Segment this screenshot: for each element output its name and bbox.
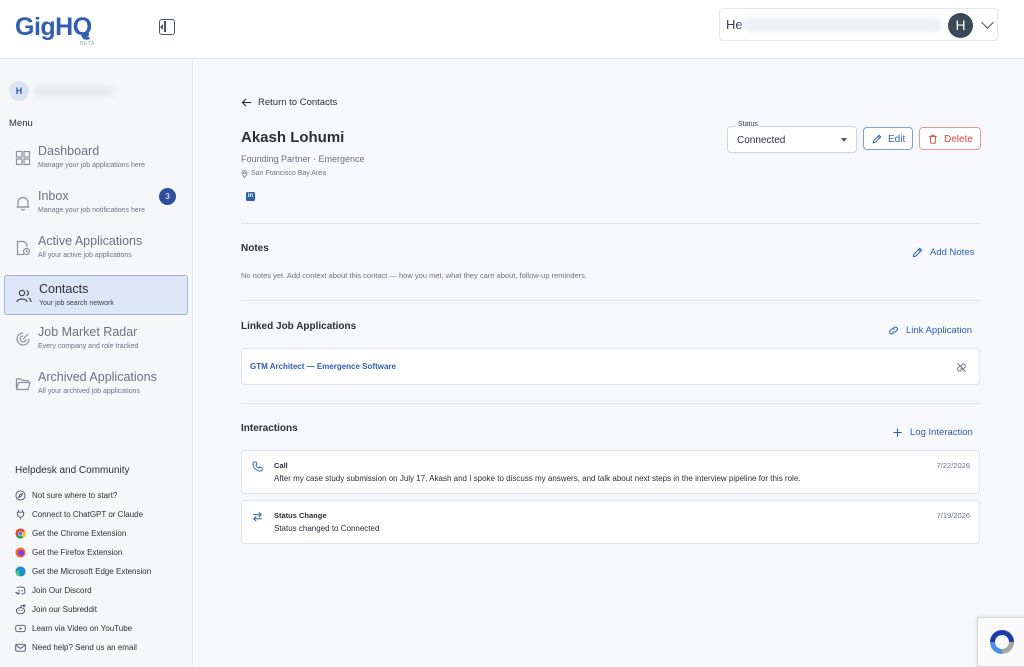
- edge-icon: [15, 566, 26, 577]
- section-divider: [241, 403, 980, 404]
- pencil-icon: [872, 134, 882, 144]
- interaction-description: After my case study submission on July 1…: [274, 474, 801, 483]
- interaction-item: Call After my case study submission on J…: [241, 450, 980, 494]
- interaction-date: 7/22/2026: [936, 461, 970, 470]
- file-clock-icon: [16, 240, 31, 256]
- chevron-down-icon[interactable]: [981, 16, 994, 29]
- sidebar-item-title: Job Market Radar: [38, 325, 138, 339]
- swap-icon: [253, 512, 262, 522]
- delete-button[interactable]: Delete: [919, 127, 981, 150]
- user-name-redacted: [742, 18, 942, 32]
- linked-application-link[interactable]: GTM Architect — Emergence Software: [250, 362, 396, 371]
- interaction-date: 7/19/2026: [936, 511, 970, 520]
- sidebar-item-job-market-radar[interactable]: Job Market Radar Every company and role …: [4, 319, 188, 359]
- logo-tag: BETA: [80, 41, 95, 47]
- logo-dot: [84, 32, 89, 37]
- contact-name: Akash Lohumi: [241, 129, 345, 146]
- contact-role: Founding Partner · Emergence: [241, 154, 365, 164]
- sidebar-item-title: Inbox: [38, 189, 69, 203]
- recaptcha-icon: [990, 630, 1014, 654]
- grid-icon: [15, 150, 31, 166]
- linkedin-icon[interactable]: in: [246, 192, 255, 201]
- plug-icon: [16, 509, 25, 520]
- top-bar: GigHQ BETA He H: [0, 0, 1024, 59]
- bell-icon: [16, 196, 30, 211]
- mail-icon: [15, 643, 26, 652]
- interaction-type: Call: [274, 461, 288, 470]
- interaction-item: Status Change Status changed to Connecte…: [241, 500, 980, 544]
- status-value: Connected: [737, 135, 786, 146]
- sidebar-item-title: Active Applications: [38, 234, 143, 248]
- unlink-icon[interactable]: [956, 362, 967, 373]
- edit-button[interactable]: Edit: [863, 127, 913, 150]
- user-menu[interactable]: He H: [719, 8, 998, 41]
- pencil-icon: [912, 247, 923, 258]
- radar-icon: [16, 332, 30, 346]
- notes-title: Notes: [241, 243, 269, 254]
- interaction-description: Status changed to Connected: [274, 524, 380, 533]
- sidebar-item-inbox[interactable]: Inbox Manage your job notifications here…: [4, 183, 188, 223]
- caret-down-icon: [841, 138, 847, 142]
- folder-icon: [15, 378, 31, 391]
- sidebar-item-subtitle: All your archived job applications: [38, 388, 140, 395]
- sidebar-item-title: Contacts: [39, 282, 89, 296]
- users-icon: [16, 289, 32, 303]
- main-content: Return to Contacts Akash Lohumi Founding…: [194, 59, 1024, 667]
- map-pin-icon: [241, 170, 248, 178]
- sidebar-item-archived-applications[interactable]: Archived Applications All your archived …: [4, 364, 188, 404]
- section-divider: [241, 300, 980, 301]
- sidebar-item-title: Dashboard: [38, 144, 100, 158]
- status-select[interactable]: Status Connected: [727, 121, 857, 153]
- sidebar-item-active-applications[interactable]: Active Applications All your active job …: [4, 228, 188, 268]
- linked-applications-title: Linked Job Applications: [241, 321, 357, 332]
- sidebar-item-subtitle: Your job search network: [39, 300, 114, 307]
- sidebar-toggle-icon[interactable]: [159, 19, 175, 35]
- status-label: Status: [736, 121, 760, 128]
- chrome-icon: [15, 528, 26, 539]
- section-divider: [241, 223, 980, 224]
- sidebar-item-subtitle: All your active job applications: [38, 252, 132, 259]
- linked-application-card: GTM Architect — Emergence Software: [241, 348, 980, 385]
- sidebar-item-subtitle: Every company and role tracked: [38, 343, 139, 350]
- avatar[interactable]: H: [948, 13, 973, 38]
- inbox-count-badge: 3: [159, 188, 176, 205]
- user-greeting: He: [726, 17, 743, 32]
- app-logo[interactable]: GigHQ BETA: [15, 13, 94, 47]
- compass-icon: [15, 490, 26, 501]
- notes-empty-message: No notes yet. Add context about this con…: [241, 271, 588, 280]
- interactions-title: Interactions: [241, 423, 298, 434]
- sidebar-avatar: H: [9, 81, 29, 101]
- arrow-left-icon: [241, 98, 252, 107]
- plus-icon: [893, 428, 902, 437]
- reddit-icon: [15, 604, 26, 615]
- sidebar-item-dashboard[interactable]: Dashboard Manage your job applications h…: [4, 138, 188, 178]
- sidebar-item-title: Archived Applications: [38, 370, 157, 384]
- discord-icon: [15, 586, 26, 595]
- sidebar-item-subtitle: Manage your job notifications here: [38, 207, 146, 214]
- youtube-icon: [15, 624, 26, 633]
- link-icon: [889, 326, 898, 335]
- firefox-icon: [15, 547, 26, 558]
- helpdesk-title: Helpdesk and Community: [15, 465, 130, 476]
- phone-icon: [252, 461, 263, 472]
- sidebar-item-contacts[interactable]: Contacts Your job search network: [4, 275, 188, 315]
- sidebar-item-subtitle: Manage your job applications here: [38, 162, 146, 169]
- menu-label: Menu: [9, 118, 33, 129]
- recaptcha-badge[interactable]: [977, 617, 1024, 667]
- interaction-type: Status Change: [274, 511, 327, 520]
- sidebar-user-name-redacted: [34, 85, 114, 97]
- sidebar: H Menu Dashboard Manage your job applica…: [0, 59, 193, 667]
- trash-icon: [929, 134, 937, 144]
